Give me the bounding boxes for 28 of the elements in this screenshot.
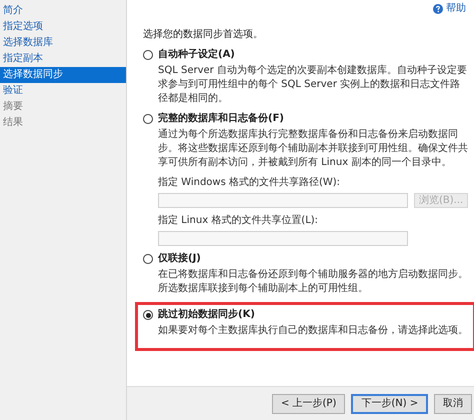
- input-field[interactable]: [158, 193, 408, 208]
- option-description: 在已将数据库和日志备份还原到每个辅助服务器的地方启动数据同步。所选数据库联接到每个辅助副本上的可用性组。: [158, 268, 468, 296]
- sidebar-item[interactable]: 指定选项: [0, 19, 126, 35]
- help-icon: [433, 4, 444, 14]
- radio-button[interactable]: [143, 310, 153, 320]
- field-label: 指定 Windows 格式的文件共享路径(W):: [158, 176, 342, 190]
- field-label: 指定 Linux 格式的文件共享位置(L):: [158, 214, 320, 228]
- radio-button[interactable]: [143, 254, 153, 264]
- option-description: 如果要对每个主数据库执行自己的数据库和日志备份，请选择此选项。: [158, 324, 468, 338]
- radio-option[interactable]: 跳过初始数据同步(K): [143, 308, 468, 322]
- option-description: SQL Server 自动为每个选定的次要副本创建数据库。自动种子设定要求参与到可用性组中的每个 SQL Server 实例上的数据和日志文件路径都是相同的。: [158, 64, 468, 106]
- option-description: 通过为每个所选数据库执行完整数据库备份和日志备份来启动数据同步。将这些数据库还原到每个辅助副本并联接到可用性组。确保文件共享可供所有副本访问，并被戴到所有 Linux 副本的同一个目录中。: [158, 128, 468, 170]
- sidebar-item[interactable]: 选择数据同步: [0, 67, 126, 83]
- help-link[interactable]: 帮助: [433, 2, 466, 16]
- radio-option[interactable]: 完整的数据库和日志备份(F): [143, 112, 468, 126]
- dialog-button[interactable]: < 上一步(P): [272, 394, 346, 414]
- sidebar-item[interactable]: 简介: [0, 3, 126, 19]
- radio-button[interactable]: [143, 50, 153, 60]
- sidebar-item[interactable]: 选择数据库: [0, 35, 126, 51]
- heading: 选择您的数据同步首选项。: [143, 28, 264, 42]
- sidebar-item[interactable]: 验证: [0, 83, 126, 99]
- sidebar-item[interactable]: 指定副本: [0, 51, 126, 67]
- radio-option[interactable]: 自动种子设定(A): [143, 48, 468, 62]
- radio-option[interactable]: 仅联接(J): [143, 252, 468, 266]
- radio-button[interactable]: [143, 114, 153, 124]
- dialog-button[interactable]: 下一步(N) >: [351, 394, 428, 414]
- dialog-button[interactable]: 取消: [434, 394, 472, 414]
- input-field[interactable]: [158, 231, 408, 246]
